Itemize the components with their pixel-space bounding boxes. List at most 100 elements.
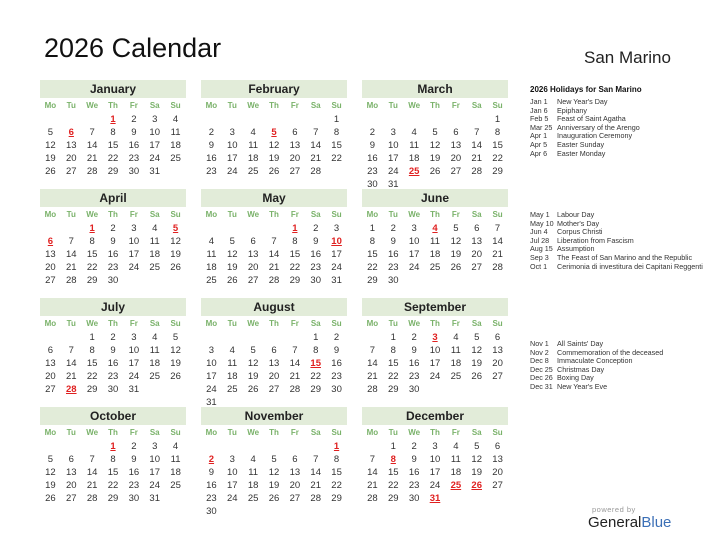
day-cell[interactable]: 18 [144, 248, 165, 261]
day-cell[interactable]: 1 [383, 331, 404, 344]
day-cell[interactable]: 26 [445, 261, 466, 274]
day-cell[interactable]: 19 [425, 152, 446, 165]
day-cell[interactable]: 31 [144, 492, 165, 505]
day-cell[interactable]: 23 [362, 165, 383, 178]
day-cell[interactable]: 22 [103, 152, 124, 165]
day-cell[interactable]: 28 [264, 274, 285, 287]
day-cell[interactable]: 23 [103, 261, 124, 274]
day-cell[interactable]: 17 [144, 139, 165, 152]
day-cell[interactable]: 6 [466, 222, 487, 235]
day-cell[interactable]: 3 [222, 453, 243, 466]
day-cell[interactable]: 25 [144, 370, 165, 383]
day-cell[interactable]: 1 [305, 331, 326, 344]
day-cell[interactable]: 15 [284, 248, 305, 261]
day-cell[interactable]: 28 [284, 383, 305, 396]
day-cell[interactable]: 25 [222, 383, 243, 396]
day-cell[interactable]: 22 [383, 479, 404, 492]
day-cell[interactable]: 18 [222, 370, 243, 383]
day-cell[interactable]: 24 [222, 492, 243, 505]
day-cell[interactable]: 24 [326, 261, 347, 274]
day-cell[interactable]: 5 [222, 235, 243, 248]
day-cell[interactable]: 11 [222, 357, 243, 370]
day-cell[interactable]: 9 [404, 344, 425, 357]
day-cell[interactable]: 7 [362, 453, 383, 466]
day-cell[interactable]: 15 [487, 139, 508, 152]
day-cell[interactable]: 30 [383, 274, 404, 287]
day-cell[interactable]: 17 [425, 357, 446, 370]
day-cell[interactable]: 22 [305, 370, 326, 383]
day-cell[interactable]: 1 [82, 331, 103, 344]
day-cell[interactable]: 21 [82, 479, 103, 492]
day-cell[interactable]: 6 [40, 344, 61, 357]
holiday-day-cell[interactable]: 4 [425, 222, 446, 235]
day-cell[interactable]: 14 [362, 357, 383, 370]
day-cell[interactable]: 27 [264, 383, 285, 396]
day-cell[interactable]: 19 [165, 357, 186, 370]
day-cell[interactable]: 2 [383, 222, 404, 235]
day-cell[interactable]: 8 [103, 126, 124, 139]
day-cell[interactable]: 13 [61, 139, 82, 152]
holiday-day-cell[interactable]: 25 [445, 479, 466, 492]
holiday-day-cell[interactable]: 10 [326, 235, 347, 248]
day-cell[interactable]: 27 [61, 165, 82, 178]
day-cell[interactable]: 6 [284, 453, 305, 466]
day-cell[interactable]: 24 [222, 165, 243, 178]
day-cell[interactable]: 26 [264, 165, 285, 178]
day-cell[interactable]: 15 [82, 357, 103, 370]
day-cell[interactable]: 3 [144, 440, 165, 453]
day-cell[interactable]: 17 [326, 248, 347, 261]
day-cell[interactable]: 11 [425, 235, 446, 248]
day-cell[interactable]: 9 [404, 453, 425, 466]
day-cell[interactable]: 28 [82, 492, 103, 505]
day-cell[interactable]: 29 [362, 274, 383, 287]
day-cell[interactable]: 12 [165, 344, 186, 357]
holiday-day-cell[interactable]: 25 [404, 165, 425, 178]
day-cell[interactable]: 2 [326, 331, 347, 344]
day-cell[interactable]: 7 [487, 222, 508, 235]
day-cell[interactable]: 28 [466, 165, 487, 178]
day-cell[interactable]: 8 [284, 235, 305, 248]
day-cell[interactable]: 27 [40, 274, 61, 287]
day-cell[interactable]: 12 [445, 235, 466, 248]
day-cell[interactable]: 8 [487, 126, 508, 139]
day-cell[interactable]: 13 [445, 139, 466, 152]
day-cell[interactable]: 16 [383, 248, 404, 261]
day-cell[interactable]: 9 [103, 235, 124, 248]
day-cell[interactable]: 4 [243, 453, 264, 466]
day-cell[interactable]: 5 [243, 344, 264, 357]
day-cell[interactable]: 31 [144, 165, 165, 178]
day-cell[interactable]: 20 [264, 370, 285, 383]
day-cell[interactable]: 27 [487, 370, 508, 383]
day-cell[interactable]: 9 [305, 235, 326, 248]
day-cell[interactable]: 11 [445, 453, 466, 466]
day-cell[interactable]: 11 [165, 453, 186, 466]
day-cell[interactable]: 19 [165, 248, 186, 261]
day-cell[interactable]: 15 [103, 139, 124, 152]
day-cell[interactable]: 14 [487, 235, 508, 248]
day-cell[interactable]: 26 [40, 165, 61, 178]
day-cell[interactable]: 30 [305, 274, 326, 287]
day-cell[interactable]: 28 [362, 492, 383, 505]
day-cell[interactable]: 16 [123, 139, 144, 152]
day-cell[interactable]: 29 [487, 165, 508, 178]
holiday-day-cell[interactable]: 6 [40, 235, 61, 248]
day-cell[interactable]: 14 [305, 139, 326, 152]
day-cell[interactable]: 17 [383, 152, 404, 165]
day-cell[interactable]: 6 [284, 126, 305, 139]
day-cell[interactable]: 13 [284, 139, 305, 152]
day-cell[interactable]: 13 [487, 344, 508, 357]
day-cell[interactable]: 3 [425, 440, 446, 453]
day-cell[interactable]: 25 [201, 274, 222, 287]
day-cell[interactable]: 7 [82, 126, 103, 139]
day-cell[interactable]: 7 [61, 235, 82, 248]
day-cell[interactable]: 19 [40, 152, 61, 165]
day-cell[interactable]: 10 [123, 344, 144, 357]
day-cell[interactable]: 31 [326, 274, 347, 287]
day-cell[interactable]: 11 [144, 235, 165, 248]
day-cell[interactable]: 22 [383, 370, 404, 383]
day-cell[interactable]: 24 [123, 370, 144, 383]
day-cell[interactable]: 5 [264, 453, 285, 466]
day-cell[interactable]: 26 [243, 383, 264, 396]
day-cell[interactable]: 3 [123, 331, 144, 344]
day-cell[interactable]: 20 [284, 152, 305, 165]
